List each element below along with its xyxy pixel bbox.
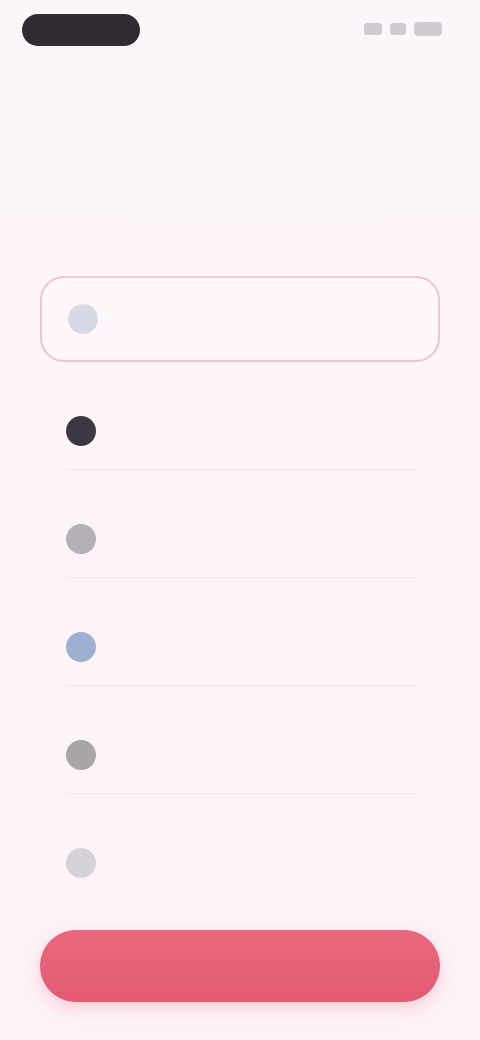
option-item-5[interactable] <box>40 708 440 816</box>
option-6-description <box>116 872 416 888</box>
status-icons <box>364 22 442 36</box>
option-divider <box>66 793 416 794</box>
screen <box>0 0 480 1040</box>
option-3-title <box>116 522 416 542</box>
wifi-icon <box>390 23 406 35</box>
option-6-text <box>116 846 416 888</box>
option-1-icon <box>68 304 98 334</box>
option-4-text <box>116 630 416 672</box>
option-item-3[interactable] <box>40 492 440 600</box>
option-5-description <box>116 764 416 780</box>
option-1-title <box>118 302 414 322</box>
battery-icon <box>414 22 442 36</box>
option-2-title <box>116 414 416 434</box>
option-4-title <box>116 630 416 650</box>
status-bar <box>0 0 480 60</box>
option-6-icon <box>66 848 96 878</box>
status-time-pill <box>22 14 140 46</box>
option-item-2[interactable] <box>40 384 440 492</box>
continue-button[interactable] <box>40 930 440 1002</box>
option-5-text <box>116 738 416 780</box>
option-5-icon <box>66 740 96 770</box>
option-3-description <box>116 548 416 564</box>
option-4-icon <box>66 632 96 662</box>
page-title <box>0 82 480 126</box>
option-2-description <box>116 440 416 456</box>
option-item-1[interactable] <box>40 276 440 362</box>
option-divider <box>66 685 416 686</box>
option-1-description <box>118 328 414 344</box>
option-4-description <box>116 656 416 672</box>
option-1-text <box>118 302 414 344</box>
option-3-text <box>116 522 416 564</box>
option-divider <box>66 469 416 470</box>
option-item-6[interactable] <box>40 816 440 924</box>
signal-icon <box>364 23 382 35</box>
option-5-title <box>116 738 416 758</box>
option-item-4[interactable] <box>40 600 440 708</box>
option-6-title <box>116 846 416 866</box>
option-3-icon <box>66 524 96 554</box>
option-2-icon <box>66 416 96 446</box>
option-list <box>40 276 440 924</box>
option-divider <box>66 577 416 578</box>
option-2-text <box>116 414 416 456</box>
